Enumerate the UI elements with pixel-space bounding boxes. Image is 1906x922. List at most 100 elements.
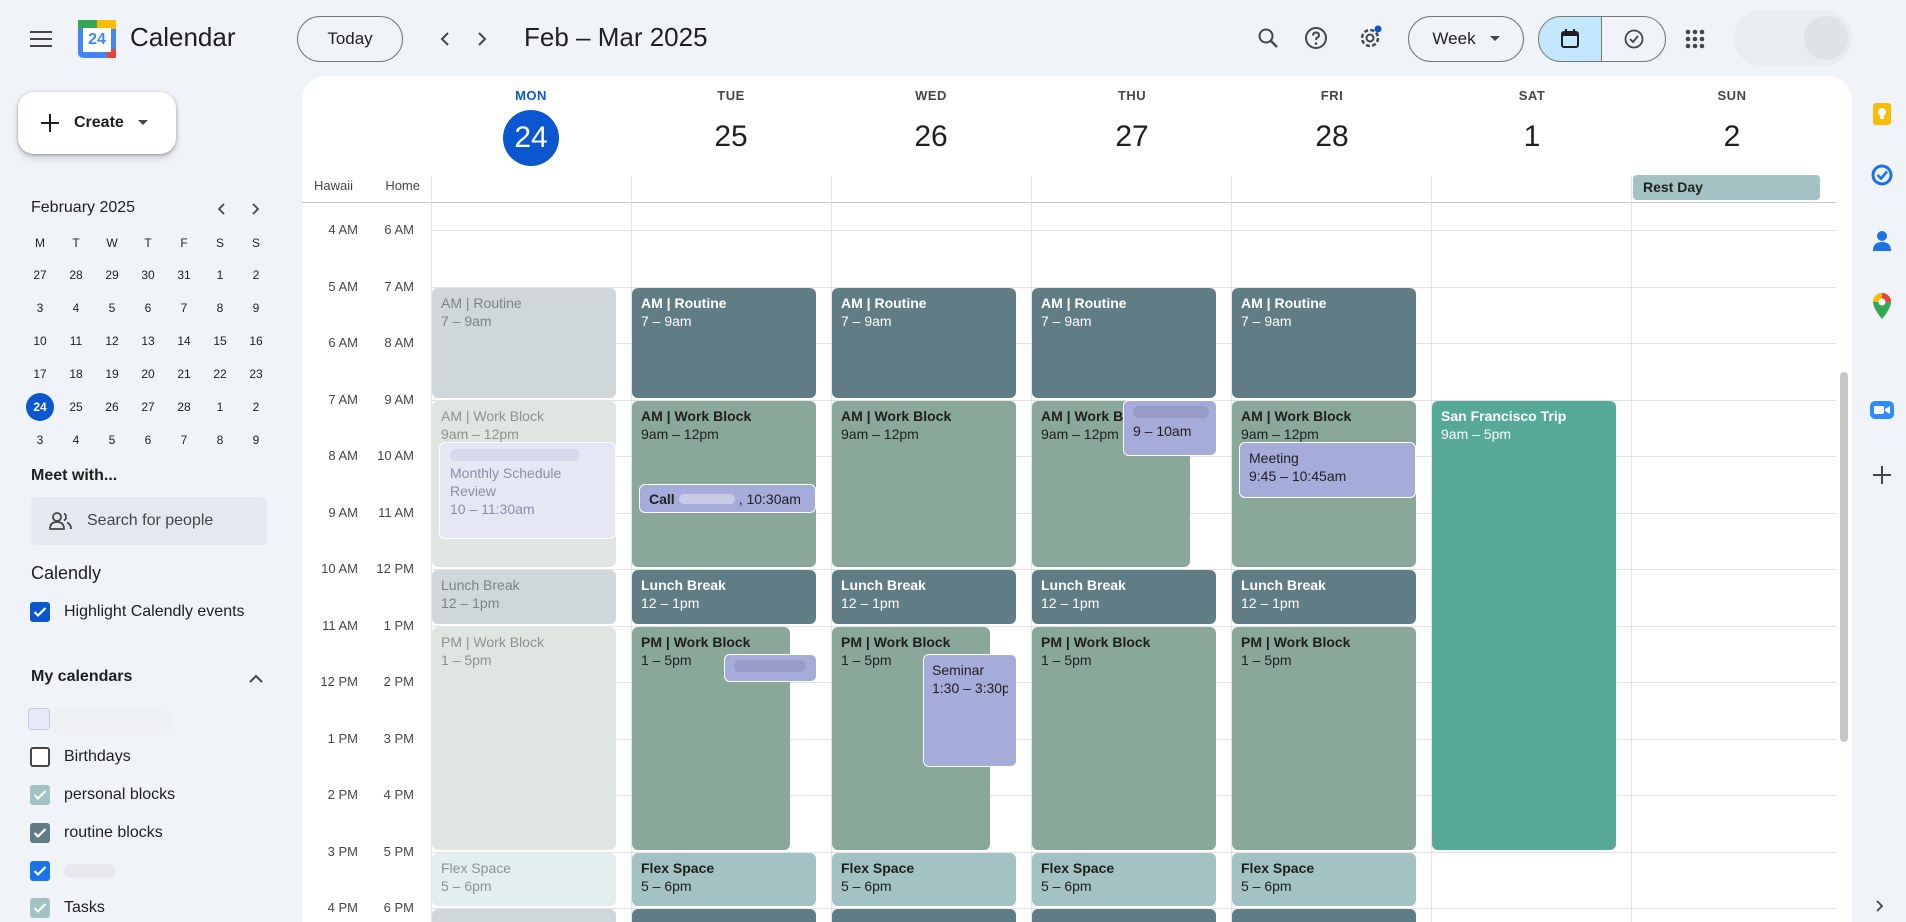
event-flex-space-tue[interactable]: Flex Space 5 – 6pm [632,853,816,906]
mini-day[interactable]: 14 [166,328,202,354]
mini-day[interactable]: 15 [202,328,238,354]
blurred-calendar-checkbox[interactable] [30,861,50,881]
mini-day[interactable]: 11 [58,328,94,354]
event-blurred-thu[interactable]: 9 – 10am [1123,400,1217,456]
tasks-view-toggle[interactable] [1602,17,1665,61]
calendar-view-toggle[interactable] [1539,17,1602,61]
tasks-button[interactable] [1862,155,1902,195]
calendly-checkbox[interactable] [30,602,50,622]
mini-day[interactable]: 6 [130,295,166,321]
event-lunch-break-wed[interactable]: Lunch Break 12 – 1pm [832,570,1016,624]
event-partial-evening[interactable] [1232,909,1416,922]
mini-day[interactable]: 22 [202,361,238,387]
calendar-item-routine-blocks[interactable]: routine blocks [30,823,163,843]
day-number[interactable]: 1 [1432,120,1632,154]
calendar-logo[interactable]: 24 [78,20,116,58]
mini-day[interactable]: 2 [238,262,274,288]
mini-day-selected[interactable]: 24 [26,393,54,421]
event-partial-evening[interactable] [632,909,816,922]
event-am-routine-fri[interactable]: AM | Routine 7 – 9am [1232,288,1416,398]
mini-day[interactable]: 27 [22,262,58,288]
event-flex-space-mon[interactable]: Flex Space 5 – 6pm [432,853,616,906]
mini-prev-month-button[interactable] [208,196,234,222]
mini-day[interactable]: 23 [238,361,274,387]
mini-day[interactable]: 6 [130,427,166,453]
mini-next-month-button[interactable] [243,196,269,222]
event-pm-work-block-fri[interactable]: PM | Work Block 1 – 5pm [1232,627,1416,850]
mini-day[interactable]: 10 [22,328,58,354]
event-monthly-schedule-review[interactable]: Monthly Schedule Review 10 – 11:30am [439,442,616,539]
search-button[interactable] [1248,18,1288,58]
settings-button[interactable] [1350,18,1390,58]
create-button[interactable]: Create [18,92,176,154]
calendar-item-birthdays[interactable]: Birthdays [30,747,131,767]
mini-day[interactable]: 5 [94,295,130,321]
event-meeting[interactable]: Meeting 9:45 – 10:45am [1239,442,1416,498]
personal-blocks-checkbox[interactable] [30,785,50,805]
event-am-work-block-wed[interactable]: AM | Work Block 9am – 12pm [832,401,1016,567]
mini-day[interactable]: 28 [58,262,94,288]
birthdays-checkbox[interactable] [30,747,50,767]
contacts-button[interactable] [1862,221,1902,261]
event-call[interactable]: Call , 10:30am [639,484,816,513]
mini-day[interactable]: 1 [202,262,238,288]
event-partial-evening[interactable] [832,909,1016,922]
mini-day[interactable]: 31 [166,262,202,288]
mini-day[interactable]: 7 [166,295,202,321]
mini-day[interactable]: 20 [130,361,166,387]
day-number[interactable]: 2 [1632,120,1832,154]
calendly-highlight-option[interactable]: Highlight Calendly events [30,602,245,622]
event-pm-work-block-thu[interactable]: PM | Work Block 1 – 5pm [1032,627,1216,850]
event-san-francisco-trip[interactable]: San Francisco Trip 9am – 5pm [1432,401,1616,850]
expand-panel-button[interactable] [1866,894,1894,918]
event-lunch-break-thu[interactable]: Lunch Break 12 – 1pm [1032,570,1216,624]
get-addons-button[interactable] [1862,455,1902,495]
event-lunch-break-mon[interactable]: Lunch Break 12 – 1pm [432,570,616,624]
mini-day[interactable]: 1 [202,394,238,420]
account-chip[interactable] [1734,10,1852,66]
mini-day[interactable]: 16 [238,328,274,354]
help-button[interactable] [1296,18,1336,58]
view-selector[interactable]: Week [1408,16,1524,62]
previous-week-button[interactable] [428,22,462,56]
mini-day[interactable]: 7 [166,427,202,453]
mini-day[interactable]: 17 [22,361,58,387]
event-blurred-tue[interactable] [724,654,817,682]
mini-day[interactable]: 30 [130,262,166,288]
tasks-checkbox[interactable] [30,898,50,918]
my-calendars-header[interactable]: My calendars [31,668,267,692]
event-lunch-break-tue[interactable]: Lunch Break 12 – 1pm [632,570,816,624]
next-week-button[interactable] [465,22,499,56]
event-partial-evening[interactable] [1032,909,1216,922]
mini-day[interactable]: 26 [94,394,130,420]
mini-day[interactable]: 25 [58,394,94,420]
event-partial-evening[interactable] [432,909,616,922]
mini-day[interactable]: 28 [166,394,202,420]
mini-day[interactable]: 2 [238,394,274,420]
event-lunch-break-fri[interactable]: Lunch Break 12 – 1pm [1232,570,1416,624]
day-number[interactable]: 28 [1232,120,1432,154]
day-number[interactable]: 26 [831,120,1031,154]
mini-day[interactable]: 18 [58,361,94,387]
maps-button[interactable] [1862,286,1902,326]
mini-day[interactable]: 5 [94,427,130,453]
mini-day[interactable]: 21 [166,361,202,387]
event-flex-space-wed[interactable]: Flex Space 5 – 6pm [832,853,1016,906]
mini-day[interactable]: 4 [58,427,94,453]
event-pm-work-block-mon[interactable]: PM | Work Block 1 – 5pm [432,627,616,850]
mini-day[interactable]: 27 [130,394,166,420]
main-menu-button[interactable] [20,18,62,60]
apps-launcher-button[interactable] [1674,18,1716,60]
event-am-routine-wed[interactable]: AM | Routine 7 – 9am [832,288,1016,398]
event-flex-space-fri[interactable]: Flex Space 5 – 6pm [1232,853,1416,906]
day-number-today[interactable]: 24 [503,110,559,166]
event-am-routine-mon[interactable]: AM | Routine 7 – 9am [432,288,616,398]
mini-day[interactable]: 4 [58,295,94,321]
event-seminar[interactable]: Seminar 1:30 – 3:30pm [923,654,1017,767]
day-number[interactable]: 27 [1032,120,1232,154]
zoom-button[interactable] [1862,390,1902,430]
event-rest-day[interactable]: Rest Day [1633,175,1820,200]
day-number[interactable]: 25 [631,120,831,154]
event-am-routine-tue[interactable]: AM | Routine 7 – 9am [632,288,816,398]
calendar-item-personal-blocks[interactable]: personal blocks [30,785,175,805]
